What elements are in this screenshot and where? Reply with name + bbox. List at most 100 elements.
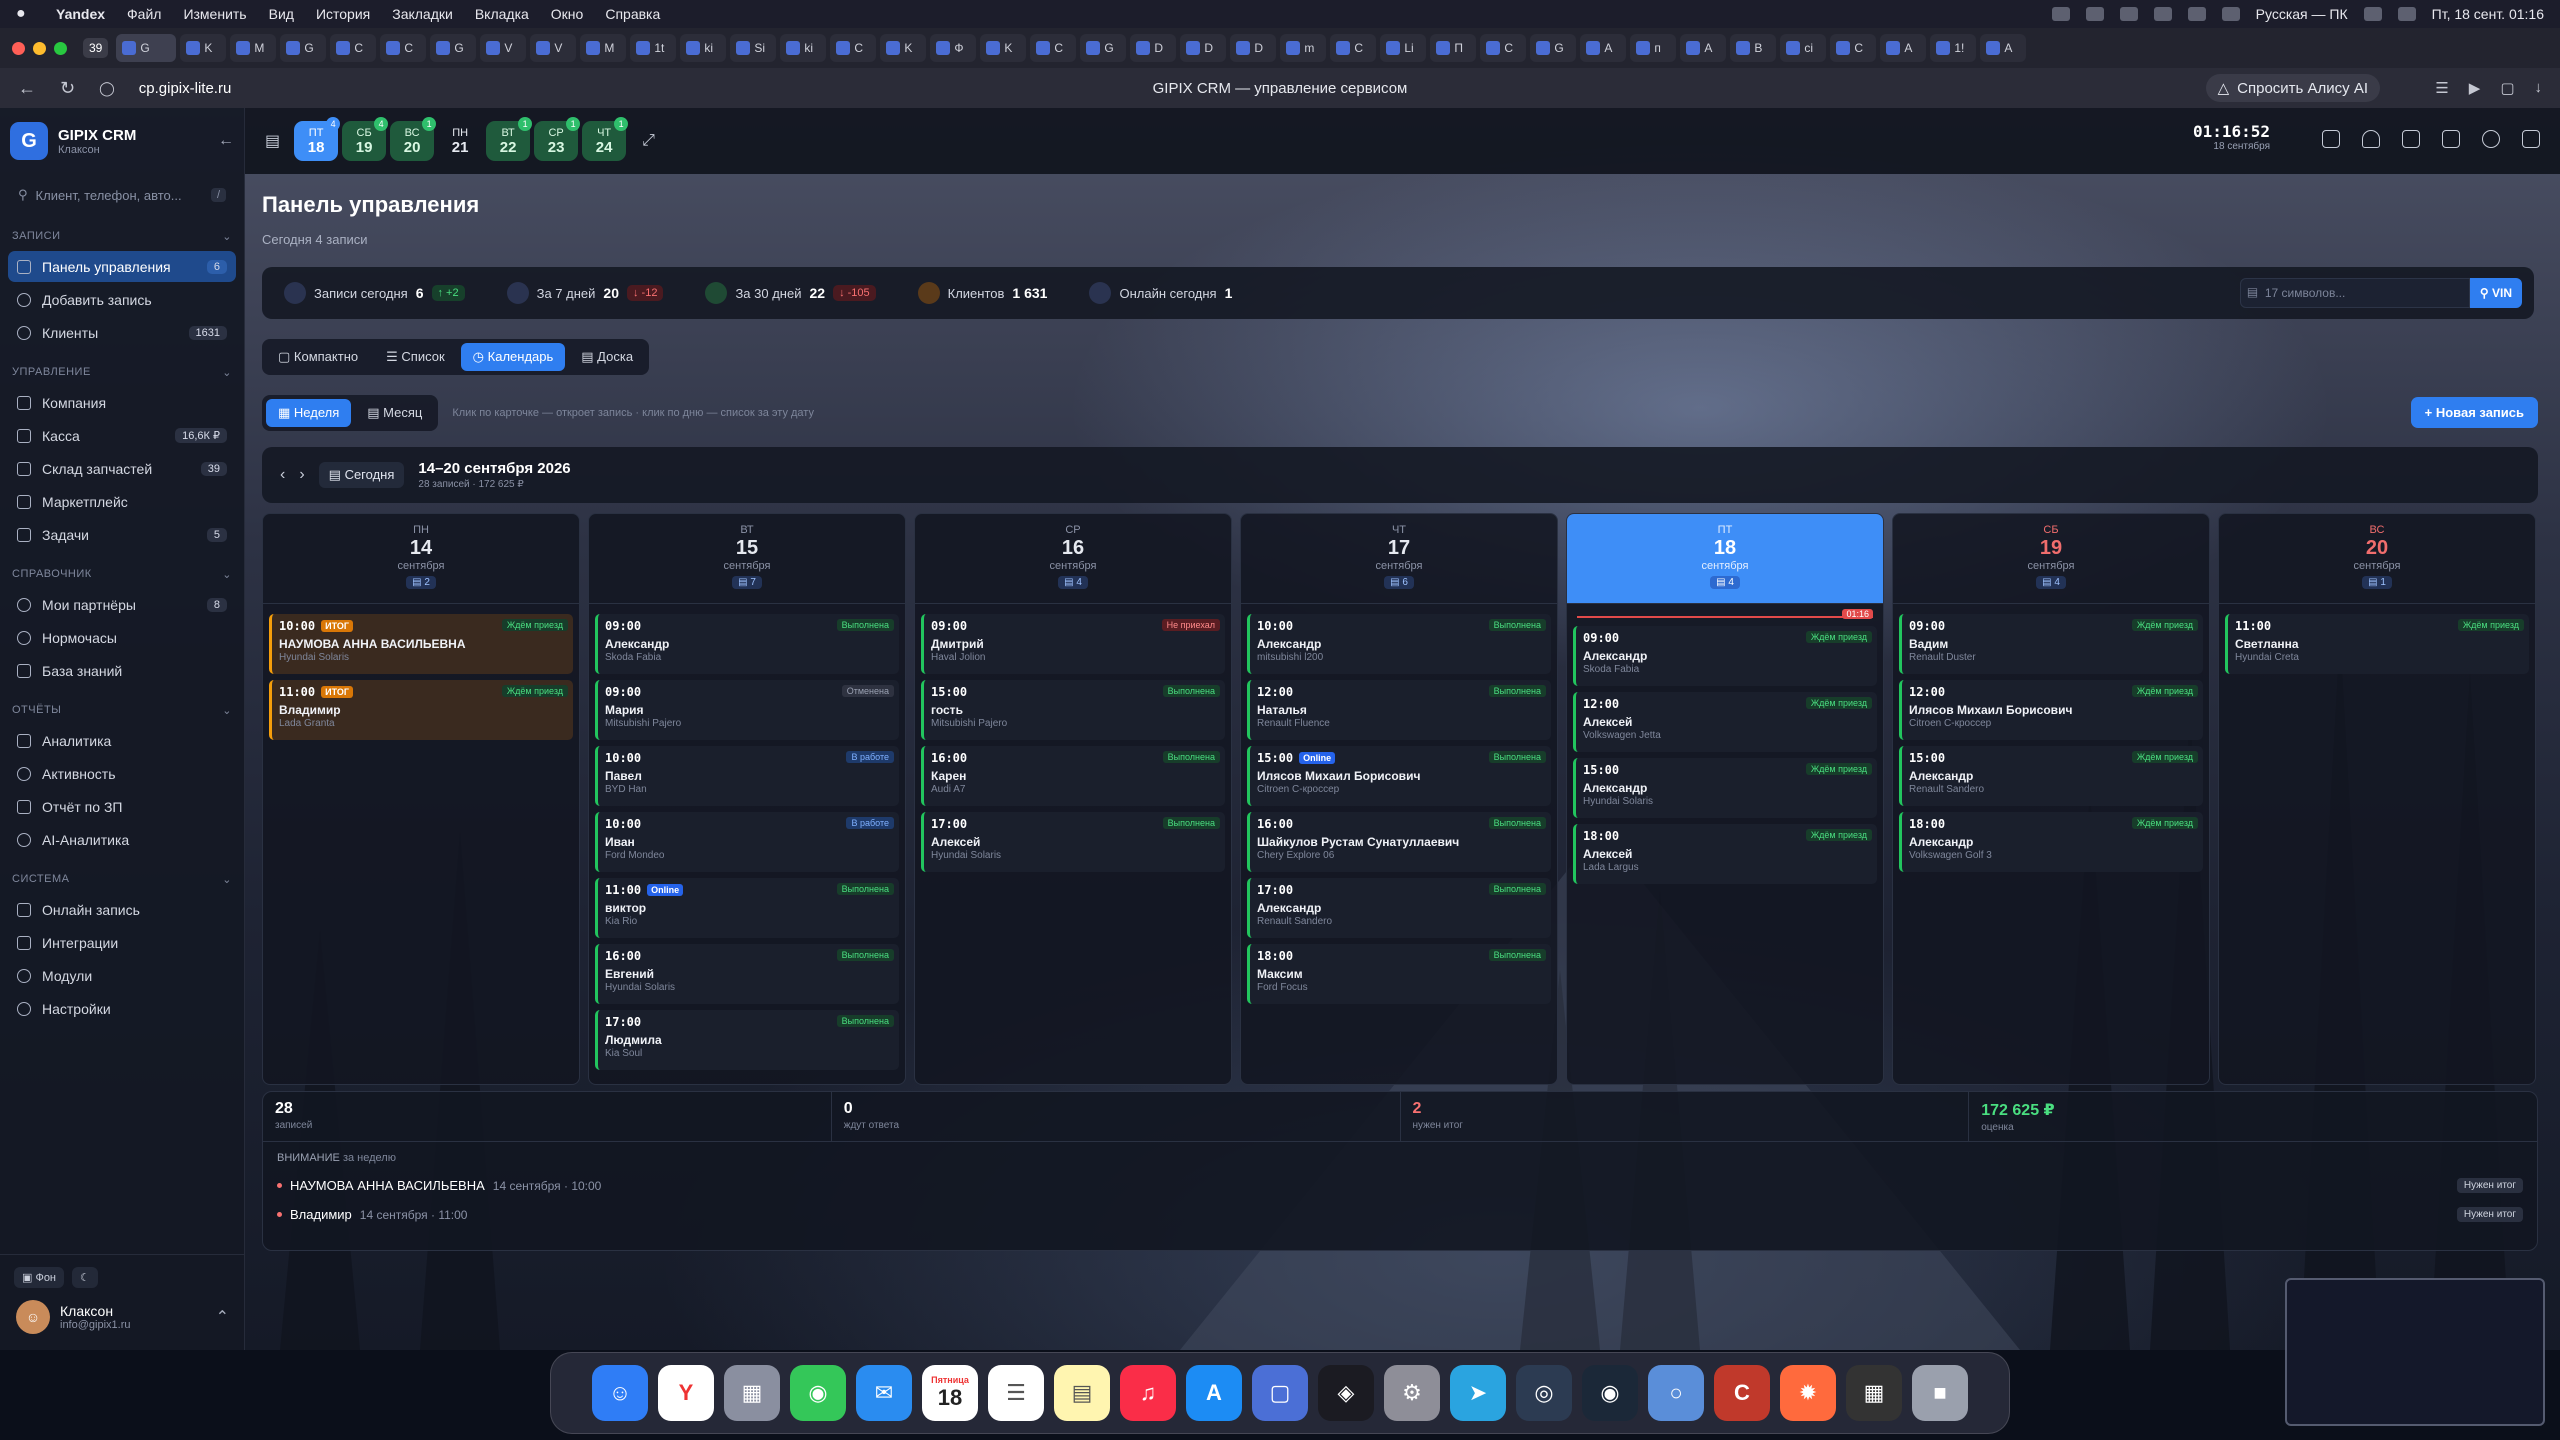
sidebar-item-analytics[interactable]: Аналитика xyxy=(8,725,236,756)
sidebar-item-warehouse[interactable]: Склад запчастей 39 xyxy=(8,453,236,484)
close-window-button[interactable] xyxy=(12,41,25,55)
browser-tab[interactable]: п xyxy=(1630,34,1677,62)
sidebar-item-payroll[interactable]: Отчёт по ЗП xyxy=(8,791,236,822)
browser-tab[interactable]: C xyxy=(380,34,427,62)
browser-tab[interactable]: C xyxy=(1480,34,1527,62)
download-icon[interactable]: ↓ xyxy=(2535,79,2543,97)
tab-month[interactable]: ▤ Месяц xyxy=(355,399,434,427)
tab-board[interactable]: ▤ Доска xyxy=(569,343,645,371)
menu-history[interactable]: История xyxy=(316,6,370,22)
section-reference[interactable]: СПРАВОЧНИК ⌄ xyxy=(0,560,244,587)
steam-icon[interactable]: ◉ xyxy=(1582,1365,1638,1421)
record-card[interactable]: 17:00 Людмила Kia Soul Выполнена xyxy=(595,1010,899,1070)
search-icon[interactable] xyxy=(2397,7,2416,21)
minimize-window-button[interactable] xyxy=(33,41,46,55)
record-card[interactable]: 12:00 Наталья Renault Fluence Выполнена xyxy=(1247,680,1551,740)
sidebar-item-integrations[interactable]: Интеграции xyxy=(8,927,236,958)
day-pill[interactable]: ЧТ 24 1 xyxy=(582,117,629,161)
record-card[interactable]: 09:00 Александр Skoda Fabia Выполнена xyxy=(595,614,899,674)
apple-icon[interactable]: ● xyxy=(16,5,34,23)
record-card[interactable]: 15:00 Александр Renault Sandero Ждём приезд xyxy=(1899,746,2203,806)
record-card[interactable]: 09:00 Вадим Renault Duster Ждём приезд xyxy=(1899,614,2203,674)
document-icon[interactable] xyxy=(2402,130,2420,148)
record-card[interactable]: 18:00 Максим Ford Focus Выполнена xyxy=(1247,944,1551,1004)
yandex-browser-icon[interactable]: Y xyxy=(658,1365,714,1421)
sidebar-item-norms[interactable]: Нормочасы xyxy=(8,622,236,653)
browser-tab[interactable]: M xyxy=(580,34,627,62)
browser-tab[interactable]: A xyxy=(1980,34,2027,62)
browser-tab[interactable]: C xyxy=(830,34,877,62)
browser-tab[interactable]: M xyxy=(230,34,277,62)
background-toggle-button[interactable]: ▣ Фон xyxy=(14,1267,65,1288)
day-pill[interactable]: ПН 21 xyxy=(438,121,482,161)
prev-week-icon[interactable]: ‹ xyxy=(280,466,285,484)
tab-compact[interactable]: ▢ Компактно xyxy=(266,343,370,371)
browser-tab[interactable]: D xyxy=(1180,34,1227,62)
mail-icon[interactable]: ✉ xyxy=(856,1365,912,1421)
menu-edit[interactable]: Изменить xyxy=(183,6,246,22)
status-icon[interactable] xyxy=(2051,7,2070,21)
theme-toggle-button[interactable]: ☾ xyxy=(72,1267,98,1288)
day-pill[interactable]: ВС 20 1 xyxy=(390,117,437,161)
sidebar-item-partners[interactable]: Мои партнёры 8 xyxy=(8,589,236,620)
expand-icon[interactable]: ⤢ xyxy=(642,132,655,150)
browser-tab-active[interactable]: G xyxy=(116,34,177,62)
music-icon[interactable]: ♫ xyxy=(1120,1365,1176,1421)
menu-help[interactable]: Справка xyxy=(605,6,660,22)
sidebar-item-add-record[interactable]: Добавить запись xyxy=(8,284,236,315)
browser-tab[interactable]: Li xyxy=(1380,34,1427,62)
attention-item[interactable]: Владимир 14 сентября · 11:00 Нужен итог xyxy=(277,1207,2523,1222)
day-column-header[interactable]: ВТ 15 сентября ▤ 7 xyxy=(589,514,905,604)
url-field[interactable]: cp.gipix-lite.ru xyxy=(139,80,232,97)
day-pill[interactable]: ВТ 22 1 xyxy=(486,117,533,161)
day-column-header[interactable]: СБ 19 сентября ▤ 4 xyxy=(1893,514,2209,604)
stat-today[interactable]: Записи сегодня 6 ↑ +2 xyxy=(284,282,465,304)
day-pill[interactable]: СБ 19 4 xyxy=(342,117,389,161)
screenshot-icon[interactable]: ▢ xyxy=(2500,79,2514,97)
section-reports[interactable]: ОТЧЁТЫ ⌄ xyxy=(0,696,244,723)
browser-tab[interactable]: Ф xyxy=(930,34,977,62)
menu-view[interactable]: Вид xyxy=(269,6,294,22)
phone-icon[interactable] xyxy=(2482,130,2500,148)
stat-online[interactable]: Онлайн сегодня 1 xyxy=(1089,282,1232,304)
next-week-icon[interactable]: › xyxy=(299,466,304,484)
cube-app-icon[interactable]: ◈ xyxy=(1318,1365,1374,1421)
browser-tab[interactable]: 1! xyxy=(1930,34,1977,62)
calendar-app-icon[interactable]: Пятница 18 xyxy=(922,1365,978,1421)
preview-icon[interactable]: ▢ xyxy=(1252,1365,1308,1421)
record-card[interactable]: 12:00 Алексей Volkswagen Jetta Ждём приезд xyxy=(1573,692,1877,752)
record-card[interactable]: 10:00 Иван Ford Mondeo В работе xyxy=(595,812,899,872)
status-icon[interactable] xyxy=(2221,7,2240,21)
record-card[interactable]: 15:00 Online Илясов Михаил Борисович Citroe… xyxy=(1247,746,1551,806)
tab-count[interactable]: 39 xyxy=(83,38,109,58)
collapse-sidebar-icon[interactable]: ← xyxy=(218,132,234,150)
inbox-icon[interactable] xyxy=(2522,130,2540,148)
reminders-icon[interactable]: ☰ xyxy=(988,1365,1044,1421)
system-settings-icon[interactable]: ⚙ xyxy=(1384,1365,1440,1421)
browser-tab[interactable]: A xyxy=(1680,34,1727,62)
browser-tab[interactable]: V xyxy=(530,34,577,62)
calendar-icon[interactable]: ▤ xyxy=(265,131,280,151)
day-column[interactable]: СБ 19 сентября ▤ 4 09:00 Вадим Renault Duster Ж… xyxy=(1892,513,2210,1085)
launchpad-icon[interactable]: ▦ xyxy=(724,1365,780,1421)
sidebar-item-company[interactable]: Компания xyxy=(8,387,236,418)
day-column[interactable]: ПН 14 сентября ▤ 2 10:00 ИТОГ НАУМОВА АННА ВАС… xyxy=(262,513,580,1085)
zoom-window-button[interactable] xyxy=(54,41,67,55)
today-button[interactable]: ▤ Сегодня xyxy=(318,462,405,488)
telegram-icon[interactable]: ➤ xyxy=(1450,1365,1506,1421)
send-icon[interactable] xyxy=(2442,130,2460,148)
menu-file[interactable]: Файл xyxy=(127,6,161,22)
sidebar-item-clients[interactable]: Клиенты 1631 xyxy=(8,317,236,348)
record-card[interactable]: 17:00 Александр Renault Sandero Выполнена xyxy=(1247,878,1551,938)
browser-tab[interactable]: A xyxy=(1580,34,1627,62)
record-card[interactable]: 09:00 Дмитрий Haval Jolion Не приехал xyxy=(921,614,1225,674)
browser-tab[interactable]: ci xyxy=(1780,34,1827,62)
finder-icon[interactable]: ☺ xyxy=(592,1365,648,1421)
record-card[interactable]: 15:00 Александр Hyundai Solaris Ждём приезд xyxy=(1573,758,1877,818)
record-card[interactable]: 12:00 Илясов Михаил Борисович Citroen C-кр… xyxy=(1899,680,2203,740)
browser-tab[interactable]: K xyxy=(180,34,227,62)
menu-window[interactable]: Окно xyxy=(551,6,584,22)
status-icon[interactable] xyxy=(2153,7,2172,21)
browser-tab[interactable]: G xyxy=(1080,34,1127,62)
record-card[interactable]: 09:00 Мария Mitsubishi Pajero Отменена xyxy=(595,680,899,740)
